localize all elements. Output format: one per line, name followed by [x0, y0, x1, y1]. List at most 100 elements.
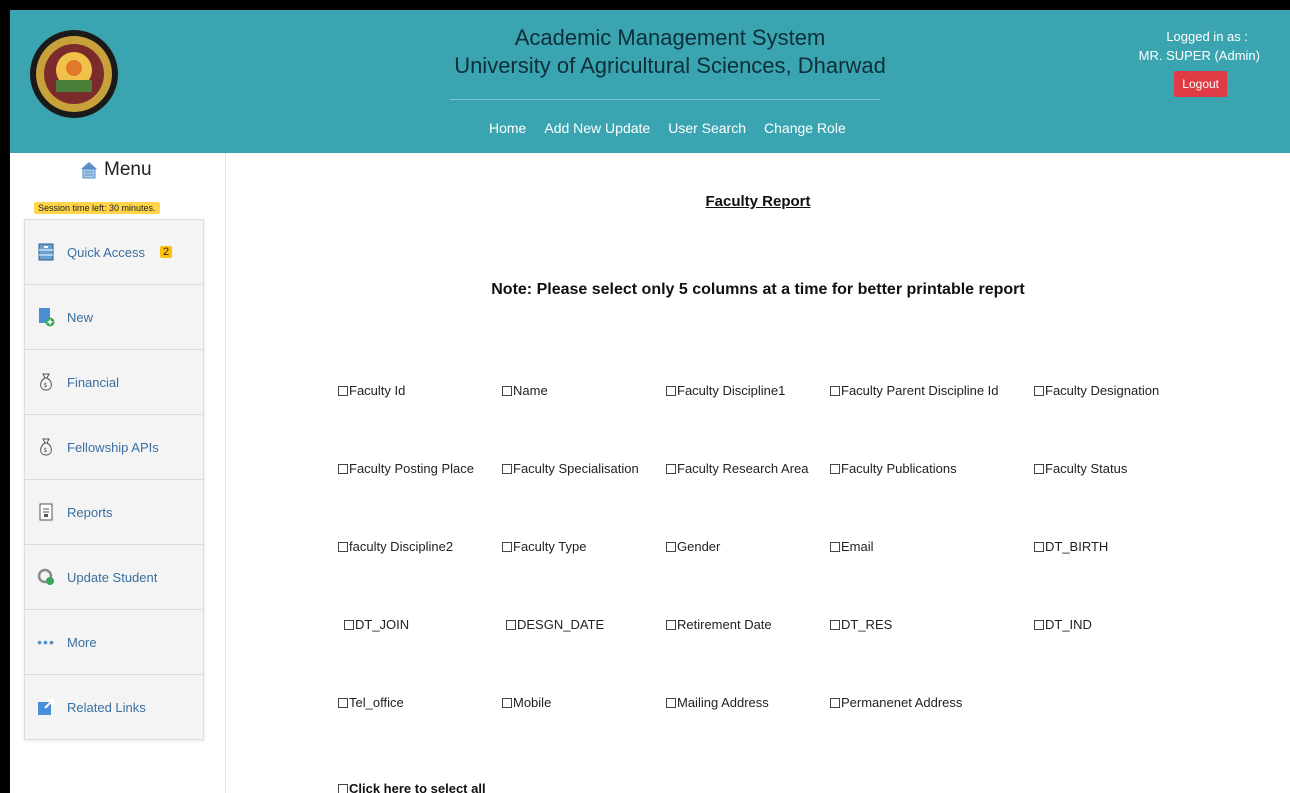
sidebar-item-more[interactable]: ••• More: [25, 610, 203, 675]
checkbox-faculty-publications[interactable]: Faculty Publications: [830, 461, 1034, 539]
menu-title: Menu: [104, 159, 152, 180]
report-icon: [37, 502, 55, 522]
nav-home[interactable]: Home: [480, 110, 535, 148]
checkbox-box[interactable]: [666, 620, 676, 630]
checkbox-box[interactable]: [338, 784, 348, 793]
checkbox-box[interactable]: [666, 386, 676, 396]
checkbox-box[interactable]: [338, 464, 348, 474]
checkbox-label: DESGN_DATE: [517, 617, 605, 632]
checkbox-faculty-discipline2[interactable]: faculty Discipline2: [338, 539, 502, 617]
home-icon: [80, 161, 98, 179]
checkbox-box[interactable]: [502, 386, 512, 396]
checkbox-label: faculty Discipline2: [349, 539, 454, 554]
checkbox-label: Faculty Id: [349, 383, 406, 398]
sidebar-menu: Quick Access 2 New $ Financial $ Fellowsh…: [24, 219, 204, 740]
checkbox-label: Retirement Date: [677, 617, 772, 632]
app-title: Academic Management System University of…: [440, 24, 900, 80]
checkbox-dt-res[interactable]: DT_RES: [830, 617, 1034, 695]
checkbox-retirement-date[interactable]: Retirement Date: [666, 617, 830, 695]
checkbox-box[interactable]: [502, 464, 512, 474]
logged-in-user: MR. SUPER (Admin): [1138, 48, 1260, 63]
sidebar-item-label: Related Links: [67, 699, 146, 715]
logout-button[interactable]: Logout: [1174, 71, 1227, 97]
checkbox-label: DT_BIRTH: [1045, 539, 1109, 554]
checkbox-dt-ind[interactable]: DT_IND: [1034, 617, 1198, 695]
sidebar-item-financial[interactable]: $ Financial: [25, 350, 203, 415]
sidebar-item-label: New: [67, 309, 94, 325]
checkbox-mailing-address[interactable]: Mailing Address: [666, 695, 830, 773]
checkbox-box[interactable]: [338, 542, 348, 552]
sidebar-item-label: Fellowship APIs: [67, 439, 159, 455]
checkbox-faculty-designation[interactable]: Faculty Designation: [1034, 383, 1198, 461]
checkbox-box[interactable]: [666, 542, 676, 552]
checkbox-label: Faculty Designation: [1045, 383, 1160, 398]
column-checkbox-grid: Faculty Id Name Faculty Discipline1 Facu…: [338, 383, 1198, 773]
checkbox-faculty-parent-discipline-id[interactable]: Faculty Parent Discipline Id: [830, 383, 1034, 461]
checkbox-box[interactable]: [502, 698, 512, 708]
sidebar-item-related-links[interactable]: Related Links: [25, 675, 203, 739]
checkbox-faculty-status[interactable]: Faculty Status: [1034, 461, 1198, 539]
sidebar-item-fellowship-apis[interactable]: $ Fellowship APIs: [25, 415, 203, 480]
svg-text:$: $: [44, 447, 48, 454]
checkbox-dt-birth[interactable]: DT_BIRTH: [1034, 539, 1198, 617]
select-all-checkbox[interactable]: Click here to select all: [338, 781, 486, 793]
checkbox-label: Faculty Research Area: [677, 461, 809, 476]
sidebar-item-label: Reports: [67, 504, 113, 520]
checkbox-box[interactable]: [830, 386, 840, 396]
checkbox-permanent-address[interactable]: Permanenet Address: [830, 695, 1034, 773]
nav-add-new-update[interactable]: Add New Update: [535, 110, 659, 148]
checkbox-faculty-id[interactable]: Faculty Id: [338, 383, 502, 461]
checkbox-box[interactable]: [344, 620, 354, 630]
checkbox-box[interactable]: [830, 620, 840, 630]
checkbox-box[interactable]: [1034, 620, 1044, 630]
checkbox-box[interactable]: [506, 620, 516, 630]
checkbox-box[interactable]: [1034, 542, 1044, 552]
checkbox-mobile[interactable]: Mobile: [502, 695, 666, 773]
university-logo-icon: [26, 20, 122, 128]
checkbox-row: Faculty Id Name Faculty Discipline1 Facu…: [338, 383, 1198, 461]
checkbox-desgn-date[interactable]: DESGN_DATE: [502, 617, 666, 695]
checkbox-box[interactable]: [338, 698, 348, 708]
checkbox-faculty-specialisation[interactable]: Faculty Specialisation: [502, 461, 666, 539]
checkbox-box[interactable]: [502, 542, 512, 552]
external-link-icon: [37, 697, 55, 717]
checkbox-tel-office[interactable]: Tel_office: [338, 695, 502, 773]
checkbox-box[interactable]: [1034, 386, 1044, 396]
checkbox-box[interactable]: [830, 698, 840, 708]
page-title: Faculty Report: [705, 193, 811, 210]
checkbox-faculty-type[interactable]: Faculty Type: [502, 539, 666, 617]
checkbox-box[interactable]: [666, 698, 676, 708]
checkbox-row: Tel_office Mobile Mailing Address Perman…: [338, 695, 1198, 773]
checkbox-box[interactable]: [666, 464, 676, 474]
checkbox-box[interactable]: [830, 542, 840, 552]
checkbox-label: Name: [513, 383, 548, 398]
checkbox-faculty-posting-place[interactable]: Faculty Posting Place: [338, 461, 502, 539]
checkbox-email[interactable]: Email: [830, 539, 1034, 617]
logged-in-label: Logged in as :: [1166, 29, 1248, 44]
checkbox-label: DT_IND: [1045, 617, 1092, 632]
sidebar-item-update-student[interactable]: Update Student: [25, 545, 203, 610]
checkbox-label: DT_JOIN: [355, 617, 410, 632]
checkbox-gender[interactable]: Gender: [666, 539, 830, 617]
checkbox-box[interactable]: [1034, 464, 1044, 474]
main-content: Faculty Report Note: Please select only …: [226, 153, 1290, 793]
checkbox-faculty-discipline1[interactable]: Faculty Discipline1: [666, 383, 830, 461]
menu-header: Menu: [80, 159, 152, 181]
more-dots-icon: •••: [37, 634, 55, 650]
sidebar-item-reports[interactable]: Reports: [25, 480, 203, 545]
quick-access-count-badge: 2: [160, 246, 173, 258]
checkbox-label: DT_RES: [841, 617, 893, 632]
sidebar-item-new[interactable]: New: [25, 285, 203, 350]
money-bag-icon: $: [37, 372, 55, 392]
checkbox-label: Tel_office: [349, 695, 404, 710]
checkbox-dt-join[interactable]: DT_JOIN: [338, 617, 502, 695]
app-window: Academic Management System University of…: [10, 10, 1290, 793]
checkbox-name[interactable]: Name: [502, 383, 666, 461]
nav-change-role[interactable]: Change Role: [755, 110, 855, 148]
folder-icon: [37, 242, 55, 262]
checkbox-faculty-research-area[interactable]: Faculty Research Area: [666, 461, 830, 539]
checkbox-box[interactable]: [830, 464, 840, 474]
sidebar-item-quick-access[interactable]: Quick Access 2: [25, 220, 203, 285]
nav-user-search[interactable]: User Search: [659, 110, 755, 148]
checkbox-box[interactable]: [338, 386, 348, 396]
